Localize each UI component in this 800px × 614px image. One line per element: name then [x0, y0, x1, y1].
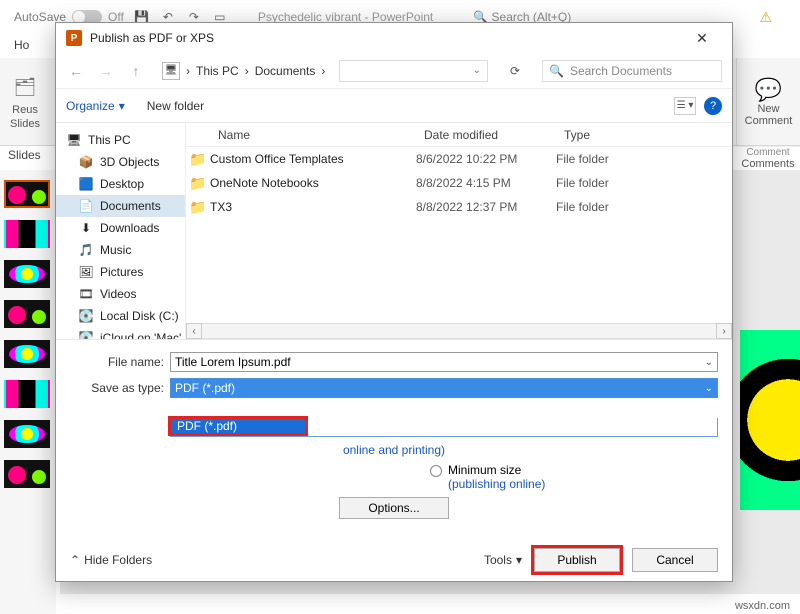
saveas-dropdown: PDF (*.pdf) XPS Document (*.xps) [170, 418, 718, 437]
folder-icon: 🎞 [78, 287, 94, 301]
refresh-icon[interactable]: ⟳ [504, 60, 526, 82]
tree-item[interactable]: 🟦Desktop [56, 173, 185, 195]
file-row[interactable]: 📁TX38/8/2022 12:37 PMFile folder [186, 195, 732, 219]
breadcrumb[interactable]: 🖥 › This PC › Documents › [162, 62, 325, 80]
chevron-down-icon[interactable]: ⌄ [705, 383, 713, 394]
file-row[interactable]: 📁OneNote Notebooks8/8/2022 4:15 PMFile f… [186, 171, 732, 195]
pc-icon: 🖥 [162, 62, 180, 80]
alert-icon[interactable]: ⚠ [759, 9, 772, 26]
tree-item[interactable]: 🎵Music [56, 239, 185, 261]
nav-back-icon[interactable]: ← [66, 61, 86, 81]
folder-icon: 📁 [186, 175, 210, 192]
tree-item[interactable]: 📦3D Objects [56, 151, 185, 173]
help-icon[interactable]: ? [704, 97, 722, 115]
slide-thumb[interactable] [4, 260, 50, 288]
slide-thumb[interactable] [4, 340, 50, 368]
file-row[interactable]: 📁Custom Office Templates8/6/2022 10:22 P… [186, 147, 732, 171]
slide-thumb[interactable] [4, 180, 50, 208]
optimize-options: online and printing) Minimum size(publis… [70, 437, 718, 529]
breadcrumb-dropdown[interactable]: ⌄ [339, 60, 488, 82]
new-folder-button[interactable]: New folder [147, 99, 204, 113]
folder-icon: 📦 [78, 155, 94, 169]
chevron-down-icon: ▾ [516, 553, 522, 567]
slide-thumb[interactable] [4, 220, 50, 248]
organize-menu[interactable]: Organize ▾ [66, 99, 125, 113]
search-input[interactable]: 🔍 Search Documents [542, 60, 722, 82]
scroll-right-icon[interactable]: › [716, 323, 732, 339]
close-button[interactable]: ✕ [682, 23, 722, 53]
tree-item[interactable]: 💽Local Disk (C:) [56, 305, 185, 327]
saveas-combo[interactable]: PDF (*.pdf) ⌄ [170, 378, 718, 398]
radio-icon[interactable] [430, 465, 442, 477]
powerpoint-icon: P [66, 30, 82, 46]
filename-input[interactable]: Title Lorem Ipsum.pdf ⌄ [170, 352, 718, 372]
tree-item[interactable]: 🖥This PC [56, 129, 185, 151]
folder-icon: 🎵 [78, 243, 94, 257]
scroll-left-icon[interactable]: ‹ [186, 323, 202, 339]
view-mode-icon[interactable]: ☰ ▾ [674, 97, 696, 115]
tree-item[interactable]: 💽iCloud on 'Mac' [56, 327, 185, 339]
folder-icon: 🟦 [78, 177, 94, 191]
folder-icon: 📁 [186, 151, 210, 168]
ribbon-tab-home[interactable]: Ho [14, 38, 29, 52]
folder-icon: 🖥 [66, 133, 82, 147]
folder-icon: 📄 [78, 199, 94, 213]
dropdown-option-pdf[interactable]: PDF (*.pdf) [168, 416, 308, 436]
search-icon: 🔍 [549, 64, 564, 78]
chevron-down-icon[interactable]: ⌄ [705, 357, 713, 368]
folder-icon: 📁 [186, 199, 210, 216]
folder-tree: 🖥This PC📦3D Objects🟦Desktop📄Documents⬇Do… [56, 123, 186, 339]
slide-thumbnails [0, 170, 56, 614]
dialog-titlebar: P Publish as PDF or XPS ✕ [56, 23, 732, 53]
folder-icon: 🖼 [78, 265, 94, 279]
col-date[interactable]: Date modified [416, 128, 556, 142]
publish-button[interactable]: Publish [534, 548, 620, 572]
scroll-track[interactable] [202, 323, 716, 339]
col-name[interactable]: Name [186, 128, 416, 142]
ribbon-reuse[interactable]: 🗂 Reus Slides [10, 74, 40, 130]
tree-item[interactable]: 📄Documents [56, 195, 185, 217]
options-button[interactable]: Options... [339, 497, 449, 519]
tree-item[interactable]: 🖼Pictures [56, 261, 185, 283]
slide-art [740, 330, 800, 510]
dialog-nav: ← → ↑ 🖥 › This PC › Documents › ⌄ ⟳ 🔍 Se… [56, 53, 732, 89]
folder-icon: 💽 [78, 331, 94, 339]
dialog-title: Publish as PDF or XPS [90, 31, 214, 45]
slides-pane-label: Slides [8, 148, 41, 162]
slide-thumb[interactable] [4, 460, 50, 488]
hide-folders-button[interactable]: ⌃ Hide Folders [70, 553, 152, 567]
tools-menu[interactable]: Tools ▾ [484, 553, 522, 567]
folder-icon: ⬇ [78, 221, 94, 235]
nav-up-icon[interactable]: ↑ [126, 61, 146, 81]
cancel-button[interactable]: Cancel [632, 548, 718, 572]
horizontal-scrollbar[interactable]: ‹ › [186, 323, 732, 339]
opt-minimum[interactable]: Minimum size(publishing online) [70, 461, 718, 491]
comments-section-label: Comment Comments [736, 146, 800, 166]
new-comment-button[interactable]: 💬 New Comment [736, 58, 800, 146]
file-form: File name: Title Lorem Ipsum.pdf ⌄ Save … [56, 339, 732, 539]
nav-forward-icon[interactable]: → [96, 61, 116, 81]
publish-dialog: P Publish as PDF or XPS ✕ ← → ↑ 🖥 › This… [55, 22, 733, 582]
slide-thumb[interactable] [4, 300, 50, 328]
saveas-label: Save as type: [70, 381, 170, 395]
tree-item[interactable]: 🎞Videos [56, 283, 185, 305]
watermark: wsxdn.com [735, 600, 790, 612]
opt-standard-partial: online and printing) [70, 443, 718, 457]
slide-thumb[interactable] [4, 380, 50, 408]
folder-icon: 💽 [78, 309, 94, 323]
chevron-down-icon: ▾ [119, 99, 125, 113]
col-type[interactable]: Type [556, 128, 732, 142]
tree-item[interactable]: ⬇Downloads [56, 217, 185, 239]
dialog-footer: ⌃ Hide Folders Tools ▾ Publish Cancel [56, 539, 732, 581]
chevron-up-icon: ⌃ [70, 553, 80, 567]
slide-thumb[interactable] [4, 420, 50, 448]
dialog-toolbar: Organize ▾ New folder ☰ ▾ ? [56, 89, 732, 123]
list-header: Name Date modified Type [186, 123, 732, 147]
filename-label: File name: [70, 355, 170, 369]
comment-icon: 💬 [755, 77, 782, 103]
file-list: Name Date modified Type 📁Custom Office T… [186, 123, 732, 339]
reuse-icon: 🗂 [11, 74, 39, 102]
